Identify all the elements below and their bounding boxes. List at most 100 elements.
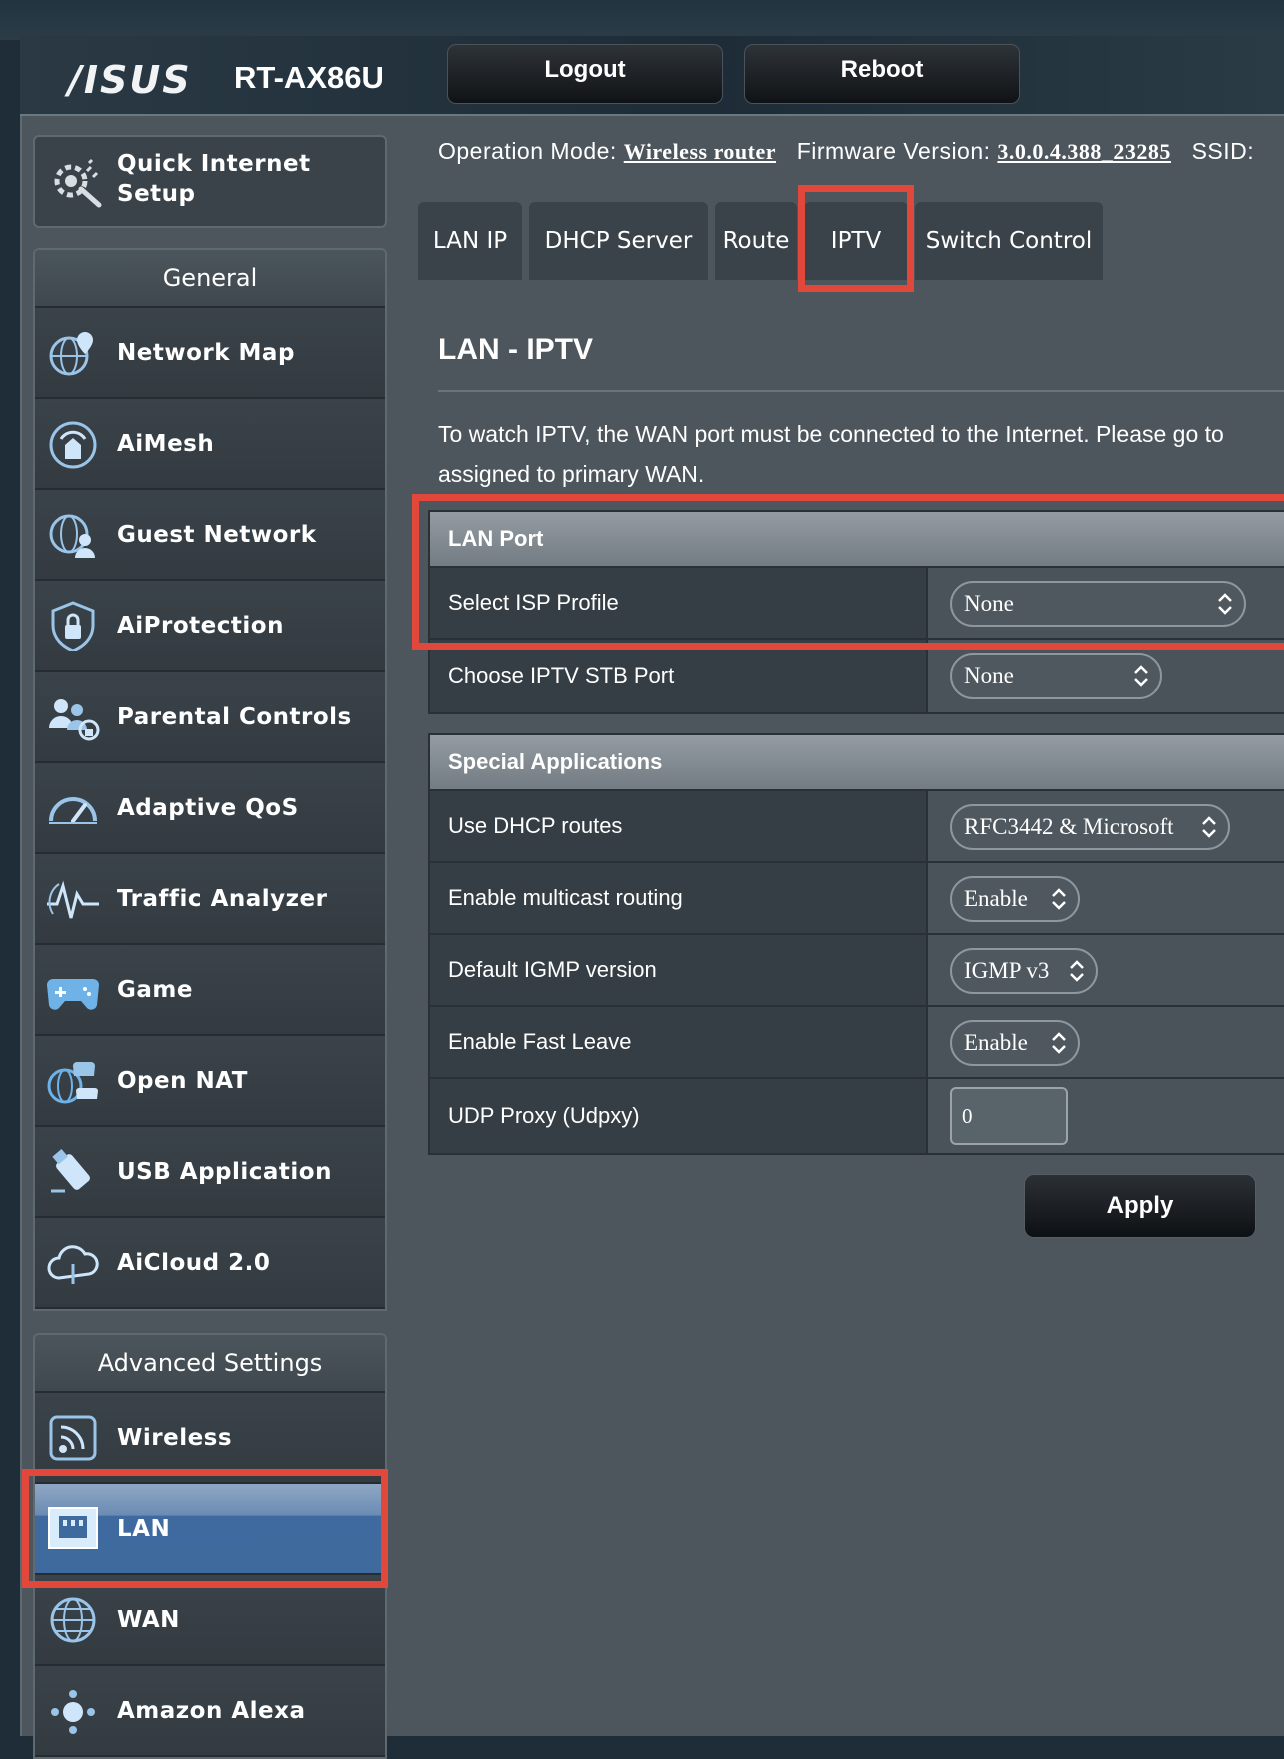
description-line-2: assigned to primary WAN. (438, 461, 705, 487)
table-row: Enable multicast routing Enable (430, 863, 1284, 935)
sidebar-item-aimesh[interactable]: AiMesh (35, 399, 385, 490)
select-isp-profile-label: Select ISP Profile (430, 568, 928, 638)
sidebar-item-amazon-alexa[interactable]: Amazon Alexa (35, 1666, 385, 1757)
sidebar-item-label: Game (117, 976, 193, 1003)
tab-route[interactable]: Route (715, 202, 797, 280)
igmp-version-value: IGMP v3 (964, 958, 1050, 983)
lan-icon (48, 1507, 98, 1549)
advanced-settings-menu: Advanced Settings Wireless LAN WAN Amazo… (33, 1333, 387, 1759)
sidebar-item-label: AiCloud 2.0 (117, 1249, 271, 1276)
sidebar-item-label: Network Map (117, 339, 295, 366)
header-bar: /ISUS RT-AX86U Logout Reboot (20, 36, 1284, 116)
fast-leave-value: Enable (964, 1030, 1028, 1055)
isp-profile-value: None (964, 591, 1014, 616)
enable-multicast-routing-label: Enable multicast routing (430, 863, 928, 933)
cloud-icon (47, 1245, 99, 1284)
iptv-stb-port-select[interactable]: None (950, 653, 1162, 699)
shield-lock-icon (51, 601, 95, 651)
udp-proxy-input[interactable]: 0 (950, 1087, 1068, 1145)
sidebar-item-usb-application[interactable]: USB Application (35, 1127, 385, 1218)
multicast-routing-value: Enable (964, 886, 1028, 911)
table-row: Default IGMP version IGMP v3 (430, 935, 1284, 1007)
sidebar-item-label: Adaptive QoS (117, 794, 299, 821)
traffic-analyzer-icon (47, 880, 99, 919)
firmware-version-link[interactable]: 3.0.0.4.388_23285 (997, 139, 1171, 164)
sidebar-item-wireless[interactable]: Wireless (35, 1393, 385, 1484)
guest-network-icon (49, 514, 95, 558)
dhcp-routes-select[interactable]: RFC3442 & Microsoft (950, 804, 1230, 850)
gauge-icon (49, 797, 97, 824)
special-applications-table: Special Applications Use DHCP routes RFC… (428, 733, 1284, 1155)
special-applications-heading: Special Applications (430, 735, 1284, 791)
wizard-gear-icon (54, 158, 102, 208)
tab-lan-ip[interactable]: LAN IP (418, 202, 522, 280)
sidebar-item-label: Parental Controls (117, 703, 352, 730)
parental-controls-icon (49, 699, 100, 741)
select-chevron-icon (1218, 593, 1232, 615)
page-description: To watch IPTV, the WAN port must be conn… (438, 414, 1284, 494)
isp-profile-select[interactable]: None (950, 581, 1246, 627)
sidebar-item-open-nat[interactable]: Open NAT (35, 1036, 385, 1127)
fast-leave-select[interactable]: Enable (950, 1020, 1080, 1066)
qis-label-line1: Quick Internet (117, 151, 311, 177)
sidebar-item-aicloud[interactable]: AiCloud 2.0 (35, 1218, 385, 1309)
select-chevron-icon (1134, 665, 1148, 687)
gamepad-icon (47, 979, 99, 1010)
udp-proxy-label: UDP Proxy (Udpxy) (430, 1079, 928, 1153)
enable-fast-leave-label: Enable Fast Leave (430, 1007, 928, 1077)
use-dhcp-routes-label: Use DHCP routes (430, 791, 928, 861)
tab-iptv[interactable]: IPTV (804, 202, 908, 280)
general-menu: General Network Map AiMesh Guest Network… (33, 248, 387, 1311)
sidebar-item-network-map[interactable]: Network Map (35, 308, 385, 399)
sidebar-item-aiprotection[interactable]: AiProtection (35, 581, 385, 672)
tab-dhcp-server[interactable]: DHCP Server (529, 202, 708, 280)
select-chevron-icon (1052, 1032, 1066, 1054)
table-row: Use DHCP routes RFC3442 & Microsoft (430, 791, 1284, 863)
sidebar-item-lan[interactable]: LAN (35, 1484, 385, 1575)
sidebar-item-adaptive-qos[interactable]: Adaptive QoS (35, 763, 385, 854)
firmware-version-label: Firmware Version: (796, 138, 991, 164)
tab-switch-control[interactable]: Switch Control (915, 202, 1103, 280)
sidebar-item-traffic-analyzer[interactable]: Traffic Analyzer (35, 854, 385, 945)
choose-iptv-stb-port-label: Choose IPTV STB Port (430, 640, 928, 712)
sidebar-item-wan[interactable]: WAN (35, 1575, 385, 1666)
select-chevron-icon (1052, 888, 1066, 910)
wireless-icon (49, 1415, 97, 1461)
sidebar-item-label: USB Application (117, 1158, 332, 1185)
qis-label-line2: Setup (117, 181, 196, 207)
select-chevron-icon (1202, 816, 1216, 838)
default-igmp-version-label: Default IGMP version (430, 935, 928, 1005)
sidebar-item-parental-controls[interactable]: Parental Controls (35, 672, 385, 763)
globe-icon (50, 1597, 96, 1643)
advanced-settings-title: Advanced Settings (35, 1335, 385, 1393)
select-chevron-icon (1070, 960, 1084, 982)
sidebar-item-label: WAN (117, 1606, 180, 1633)
igmp-version-select[interactable]: IGMP v3 (950, 948, 1098, 994)
general-menu-title: General (35, 250, 385, 308)
sidebar-item-guest-network[interactable]: Guest Network (35, 490, 385, 581)
table-row: UDP Proxy (Udpxy) 0 (430, 1079, 1284, 1153)
table-row: Choose IPTV STB Port None (430, 640, 1284, 712)
table-row: Enable Fast Leave Enable (430, 1007, 1284, 1079)
lan-port-heading: LAN Port (430, 512, 1284, 568)
operation-mode-link[interactable]: Wireless router (624, 139, 776, 164)
logout-button[interactable]: Logout (447, 44, 723, 104)
dhcp-routes-value: RFC3442 & Microsoft (964, 814, 1174, 839)
sidebar-item-label: AiProtection (117, 612, 284, 639)
apply-button[interactable]: Apply (1024, 1174, 1256, 1238)
page-title: LAN - IPTV (438, 333, 593, 366)
sidebar-item-label: Amazon Alexa (117, 1697, 306, 1724)
sidebar-item-game[interactable]: Game (35, 945, 385, 1036)
reboot-button[interactable]: Reboot (744, 44, 1020, 104)
operation-mode-label: Operation Mode: (438, 138, 617, 164)
open-nat-icon (47, 1062, 98, 1104)
lan-port-table: LAN Port Select ISP Profile None Choose … (428, 510, 1284, 714)
sidebar-item-label: AiMesh (117, 430, 215, 457)
sidebar-item-label: Guest Network (117, 521, 317, 548)
top-background (0, 0, 1284, 40)
status-info-line: Operation Mode: Wireless router Firmware… (438, 138, 1254, 165)
title-divider (438, 390, 1284, 392)
multicast-routing-select[interactable]: Enable (950, 876, 1080, 922)
sidebar-item-label: Wireless (117, 1424, 233, 1451)
quick-internet-setup-button[interactable]: Quick Internet Setup (33, 135, 387, 228)
